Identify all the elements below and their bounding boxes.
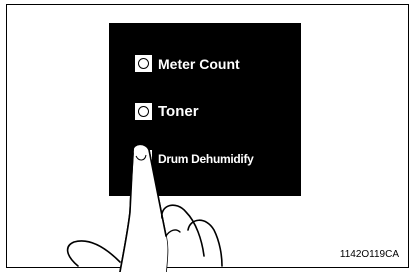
figure-code: 1142O119CA bbox=[339, 249, 399, 260]
radio-button-icon[interactable] bbox=[135, 150, 152, 167]
menu-item-meter-count[interactable]: Meter Count bbox=[135, 55, 240, 72]
menu-item-drum-dehumidify[interactable]: Drum Dehumidify bbox=[135, 150, 254, 167]
menu-item-label: Meter Count bbox=[158, 55, 240, 72]
menu-item-label: Toner bbox=[158, 103, 199, 120]
illustration-frame: Meter Count Toner Drum Dehumidify bbox=[6, 4, 409, 268]
menu-item-toner[interactable]: Toner bbox=[135, 103, 199, 120]
radio-button-icon[interactable] bbox=[135, 103, 152, 120]
control-panel-display: Meter Count Toner Drum Dehumidify bbox=[109, 23, 301, 196]
radio-button-icon[interactable] bbox=[135, 55, 152, 72]
menu-item-label: Drum Dehumidify bbox=[158, 151, 254, 166]
